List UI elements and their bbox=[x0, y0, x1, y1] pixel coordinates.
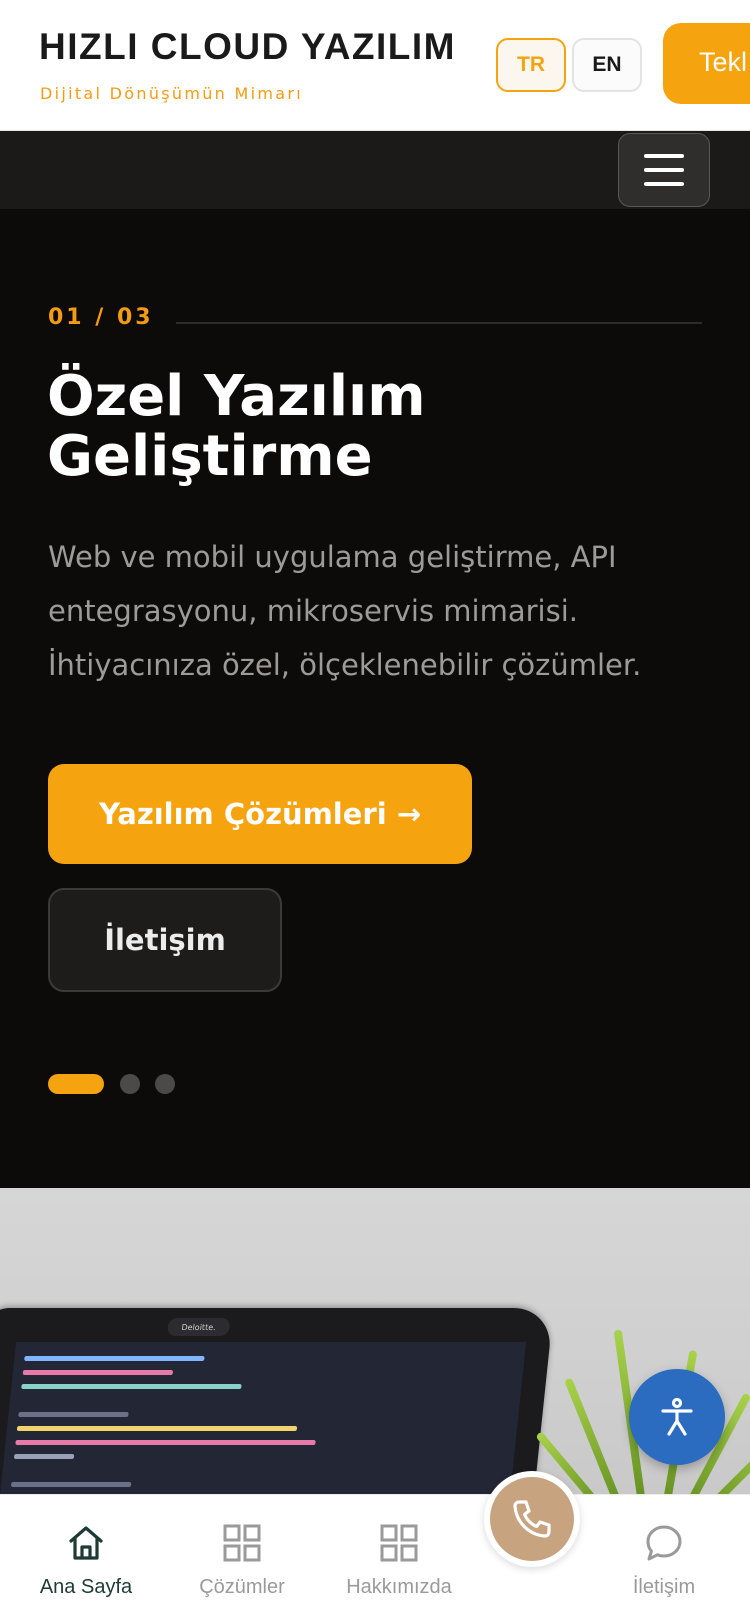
hamburger-menu-button[interactable] bbox=[618, 133, 710, 207]
language-tr-button[interactable]: TR bbox=[496, 38, 566, 92]
slide-divider bbox=[176, 322, 702, 324]
code-screen bbox=[0, 1342, 527, 1494]
grid-icon bbox=[377, 1521, 421, 1565]
hero-photo: Deloitte. bbox=[0, 1188, 750, 1494]
quote-request-button[interactable]: Tekl bbox=[663, 23, 750, 104]
code-line bbox=[15, 1440, 316, 1445]
grid-icon bbox=[220, 1521, 264, 1565]
hero-description: Web ve mobil uygulama geliştirme, API en… bbox=[48, 540, 642, 682]
contact-button[interactable]: İletişim bbox=[48, 888, 282, 992]
laptop-image: Deloitte. bbox=[0, 1308, 554, 1494]
language-en-button[interactable]: EN bbox=[572, 38, 642, 92]
code-line bbox=[22, 1370, 174, 1375]
nav-bar bbox=[0, 131, 750, 209]
slide-dot-2[interactable] bbox=[120, 1074, 140, 1094]
site-header: HIZLI CLOUD YAZILIM Dijital Dönüşümün Mi… bbox=[0, 0, 750, 131]
slide-counter: 01 / 03 bbox=[48, 305, 154, 330]
brand-subtitle: Dijital Dönüşümün Mimarı bbox=[40, 84, 303, 103]
code-line bbox=[10, 1482, 132, 1487]
menu-line bbox=[644, 168, 684, 172]
hero-title: Özel Yazılım Geliştirme bbox=[47, 364, 426, 489]
menu-line bbox=[644, 154, 684, 158]
home-icon bbox=[64, 1521, 108, 1565]
software-solutions-button[interactable]: Yazılım Çözümleri → bbox=[48, 764, 472, 864]
code-line bbox=[21, 1384, 242, 1389]
code-line bbox=[18, 1412, 129, 1417]
bottom-navigation: Ana Sayfa Çözümler Hakkımızda İletişim bbox=[0, 1494, 750, 1624]
nav-home-label: Ana Sayfa bbox=[39, 1576, 133, 1598]
nav-about-label: Hakkımızda bbox=[346, 1576, 452, 1598]
accessibility-button[interactable] bbox=[629, 1369, 725, 1465]
code-line bbox=[24, 1356, 205, 1361]
nav-home[interactable]: Ana Sayfa bbox=[11, 1495, 161, 1624]
brand-title[interactable]: HIZLI CLOUD YAZILIM bbox=[39, 26, 456, 68]
nav-contact-label: İletişim bbox=[632, 1576, 696, 1598]
laptop-sticker: Deloitte. bbox=[166, 1318, 231, 1336]
slide-dot-1[interactable] bbox=[48, 1074, 104, 1094]
call-button[interactable] bbox=[484, 1471, 580, 1567]
nav-solutions-label: Çözümler bbox=[199, 1576, 285, 1598]
nav-contact[interactable]: İletişim bbox=[589, 1495, 739, 1624]
code-line bbox=[13, 1454, 75, 1459]
phone-icon bbox=[513, 1500, 551, 1538]
chat-bubble-icon bbox=[642, 1521, 686, 1565]
hero-slider: 01 / 03 Özel Yazılım Geliştirme Web ve m… bbox=[0, 209, 750, 1188]
accessibility-icon bbox=[661, 1397, 693, 1436]
nav-solutions[interactable]: Çözümler bbox=[167, 1495, 317, 1624]
code-line bbox=[16, 1426, 298, 1431]
menu-line bbox=[644, 182, 684, 186]
nav-about[interactable]: Hakkımızda bbox=[324, 1495, 474, 1624]
slide-dot-3[interactable] bbox=[155, 1074, 175, 1094]
